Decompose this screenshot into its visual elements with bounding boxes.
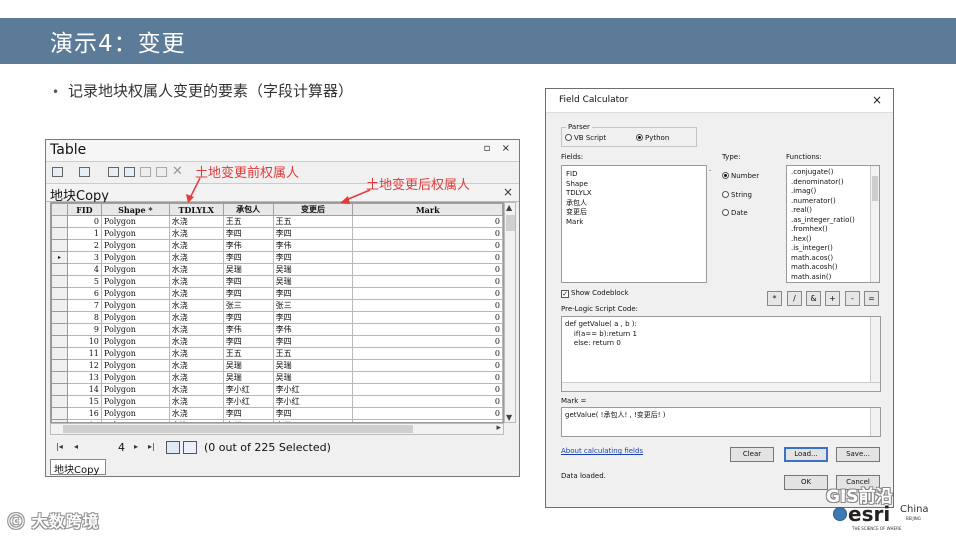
expression-text: getValue( !承包人! , !变更后! ) xyxy=(565,411,666,419)
operator-ampersand-button[interactable]: & xyxy=(806,291,821,306)
esri-logo: esri xyxy=(848,502,891,526)
list-item[interactable]: Shape xyxy=(562,180,706,190)
esri-city-label: BEIJING xyxy=(906,516,921,521)
list-item[interactable]: math.asin() xyxy=(787,273,879,283)
dialog-title: Field Calculator xyxy=(559,95,629,105)
list-item[interactable]: .hex() xyxy=(787,235,879,245)
radio-icon xyxy=(565,134,572,141)
list-item[interactable]: .is_integer() xyxy=(787,244,879,254)
type-option-number[interactable]: Number xyxy=(722,172,759,180)
fields-list[interactable]: FID Shape TDLYLX 承包人 变更后 Mark xyxy=(561,165,707,283)
operator-minus-button[interactable]: - xyxy=(845,291,860,306)
expression-label: Mark = xyxy=(561,397,587,405)
operator-plus-button[interactable]: + xyxy=(825,291,840,306)
radio-icon xyxy=(722,209,729,216)
list-item[interactable]: .numerator() xyxy=(787,197,879,207)
type-option-date[interactable]: Date xyxy=(722,209,748,217)
prelogic-code-editor[interactable]: def getValue( a , b ): if(a== b):return … xyxy=(561,316,881,392)
expression-editor[interactable]: getValue( !承包人! , !变更后! ) xyxy=(561,407,881,437)
parser-label: Parser xyxy=(566,123,592,131)
list-item[interactable]: 承包人 xyxy=(562,199,706,209)
list-item[interactable]: .real() xyxy=(787,206,879,216)
list-item[interactable]: TDLYLX xyxy=(562,189,706,199)
list-item[interactable]: .conjugate() xyxy=(787,168,879,178)
arrow-before xyxy=(189,177,201,199)
operator-divide-button[interactable]: / xyxy=(787,291,802,306)
code-vertical-scrollbar[interactable] xyxy=(870,317,880,391)
status-text: Data loaded. xyxy=(561,472,606,480)
watermark-left: ⓒ 大数跨境 xyxy=(8,512,100,531)
esri-tagline: THE SCIENCE OF WHERE xyxy=(852,526,902,531)
show-codeblock-checkbox[interactable]: ✓ Show Codeblock xyxy=(561,289,629,298)
check-icon: ✓ xyxy=(561,290,569,298)
list-item[interactable]: .as_integer_ratio() xyxy=(787,216,879,226)
fields-label: Fields: xyxy=(561,153,584,161)
parser-option-vbscript[interactable]: VB Script xyxy=(565,134,606,142)
parser-option-python[interactable]: Python xyxy=(636,134,669,142)
list-item[interactable]: math.acos() xyxy=(787,254,879,264)
arrowhead-before xyxy=(186,194,194,203)
parser-group: Parser VB Script Python xyxy=(561,123,697,147)
annotation-after: 土地变更后权属人 xyxy=(366,178,471,193)
save-button[interactable]: Save... xyxy=(836,447,880,462)
code-line: else: return 0 xyxy=(565,339,621,347)
scroll-thumb[interactable] xyxy=(872,176,878,201)
operator-equals-button[interactable]: = xyxy=(864,291,879,306)
list-item[interactable]: Mark xyxy=(562,218,706,228)
about-calculating-fields-link[interactable]: About calculating fields xyxy=(561,447,643,455)
list-item[interactable]: .denominator() xyxy=(787,178,879,188)
field-calculator-dialog: Field Calculator × Parser VB Script Pyth… xyxy=(545,88,894,508)
code-horizontal-scrollbar[interactable] xyxy=(562,382,880,391)
prelogic-label: Pre-Logic Script Code: xyxy=(561,305,638,313)
close-icon[interactable]: × xyxy=(872,93,882,107)
functions-list[interactable]: .conjugate() .denominator() .imag() .num… xyxy=(786,165,880,283)
list-item[interactable]: 变更后 xyxy=(562,208,706,218)
esri-china-label: China xyxy=(900,504,929,515)
ok-button[interactable]: OK xyxy=(784,475,828,490)
radio-selected-icon xyxy=(636,134,643,141)
radio-icon xyxy=(722,191,729,198)
code-line: if(a== b):return 1 xyxy=(565,329,637,338)
arrowhead-after xyxy=(340,196,350,204)
chat-bubble-icon: ⓒ xyxy=(8,512,26,531)
clear-button[interactable]: Clear xyxy=(730,447,774,462)
radio-selected-icon xyxy=(722,172,729,179)
annotation-before: 土地变更前权属人 xyxy=(195,166,300,181)
functions-label: Functions: xyxy=(786,153,822,161)
bullet-icon: · xyxy=(709,167,712,175)
operator-multiply-button[interactable]: * xyxy=(767,291,782,306)
type-label: Type: xyxy=(722,153,741,161)
list-item[interactable]: FID xyxy=(562,170,706,180)
code-line: def getValue( a , b ): xyxy=(565,320,637,328)
list-item[interactable]: .fromhex() xyxy=(787,225,879,235)
load-button[interactable]: Load... xyxy=(784,447,828,462)
expression-scrollbar[interactable] xyxy=(870,408,880,436)
type-option-string[interactable]: String xyxy=(722,191,752,199)
list-item[interactable]: .imag() xyxy=(787,187,879,197)
dialog-titlebar: Field Calculator × xyxy=(546,89,893,113)
functions-scrollbar[interactable] xyxy=(870,166,879,282)
list-item[interactable]: math.acosh() xyxy=(787,263,879,273)
